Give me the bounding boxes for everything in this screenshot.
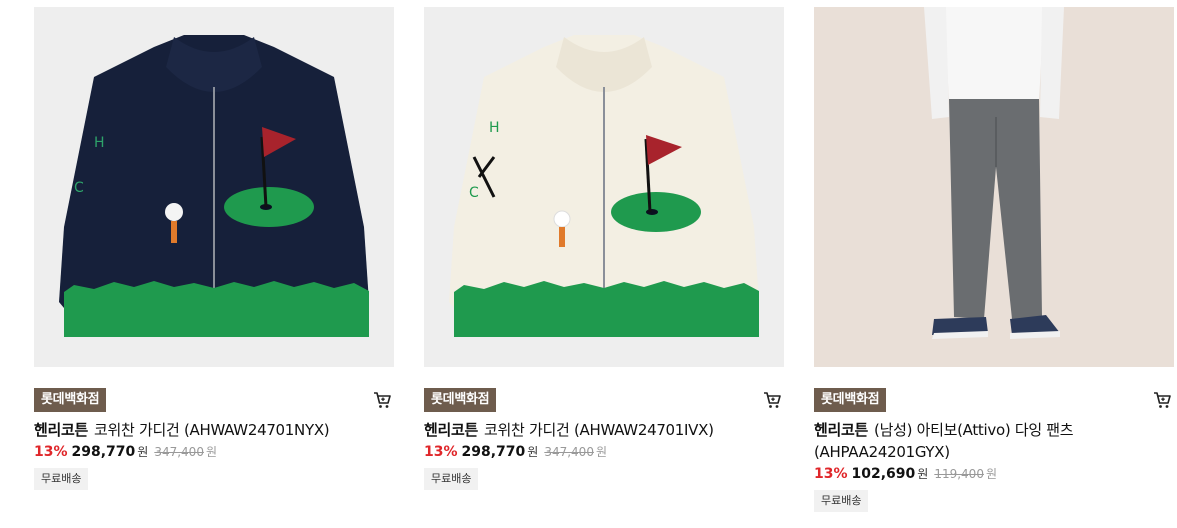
navy-golf-cardigan-image: H C <box>34 7 394 367</box>
cart-icon[interactable] <box>762 390 782 410</box>
original-price: 119,400 <box>934 467 984 481</box>
product-card[interactable]: H C 롯데백화점 헨리코튼 코위찬 가디건 (AHWAW24701IVX) 13… <box>424 7 784 490</box>
product-title[interactable]: 헨리코튼 (남성) 아티보(Attivo) 다잉 팬츠 (AHPAA24201GY… <box>814 419 1174 463</box>
original-price: 347,400 <box>544 445 594 459</box>
original-currency: 원 <box>985 467 997 481</box>
sale-price: 298,770 <box>71 444 136 460</box>
svg-text:H: H <box>94 135 105 151</box>
shipping-badge: 무료배송 <box>34 468 89 490</box>
currency: 원 <box>917 467 929 481</box>
store-badge: 롯데백화점 <box>424 388 497 412</box>
price-row: 13% 102,690 원 119,400 원 <box>814 463 1174 485</box>
sale-price: 298,770 <box>461 444 526 460</box>
original-currency: 원 <box>595 445 607 459</box>
shipping-badge: 무료배송 <box>424 468 479 490</box>
discount-rate: 13% <box>34 444 68 460</box>
product-name: 코위찬 가디건 (AHWAW24701IVX) <box>484 421 714 439</box>
product-image[interactable]: H C <box>34 7 394 367</box>
brand-name: 헨리코튼 <box>814 421 869 439</box>
brand-name: 헨리코튼 <box>424 421 479 439</box>
store-badge: 롯데백화점 <box>814 388 887 412</box>
svg-text:C: C <box>469 185 479 201</box>
product-name: 코위찬 가디건 (AHWAW24701NYX) <box>94 421 330 439</box>
product-title[interactable]: 헨리코튼 코위찬 가디건 (AHWAW24701NYX) <box>34 419 394 441</box>
currency: 원 <box>527 445 539 459</box>
product-card[interactable]: H C 롯데백화점 헨리코튼 코위찬 가디건 (AHWAW24701NYX) 13… <box>34 7 394 490</box>
currency: 원 <box>137 445 149 459</box>
product-title[interactable]: 헨리코튼 코위찬 가디건 (AHWAW24701IVX) <box>424 419 784 441</box>
gray-pants-model-image <box>814 7 1174 367</box>
ivory-golf-cardigan-image: H C <box>424 7 784 367</box>
store-badge: 롯데백화점 <box>34 388 107 412</box>
price-row: 13% 298,770 원 347,400 원 <box>424 441 784 463</box>
brand-name: 헨리코튼 <box>34 421 89 439</box>
product-image[interactable] <box>814 7 1174 367</box>
original-price: 347,400 <box>154 445 204 459</box>
product-card[interactable]: 롯데백화점 헨리코튼 (남성) 아티보(Attivo) 다잉 팬츠 (AHPAA2… <box>814 7 1174 512</box>
discount-rate: 13% <box>814 466 848 482</box>
price-row: 13% 298,770 원 347,400 원 <box>34 441 394 463</box>
svg-text:C: C <box>74 180 84 196</box>
cart-icon[interactable] <box>1152 390 1172 410</box>
original-currency: 원 <box>205 445 217 459</box>
svg-text:H: H <box>489 120 500 136</box>
shipping-badge: 무료배송 <box>814 490 869 512</box>
sale-price: 102,690 <box>851 466 916 482</box>
discount-rate: 13% <box>424 444 458 460</box>
cart-icon[interactable] <box>372 390 392 410</box>
product-image[interactable]: H C <box>424 7 784 367</box>
